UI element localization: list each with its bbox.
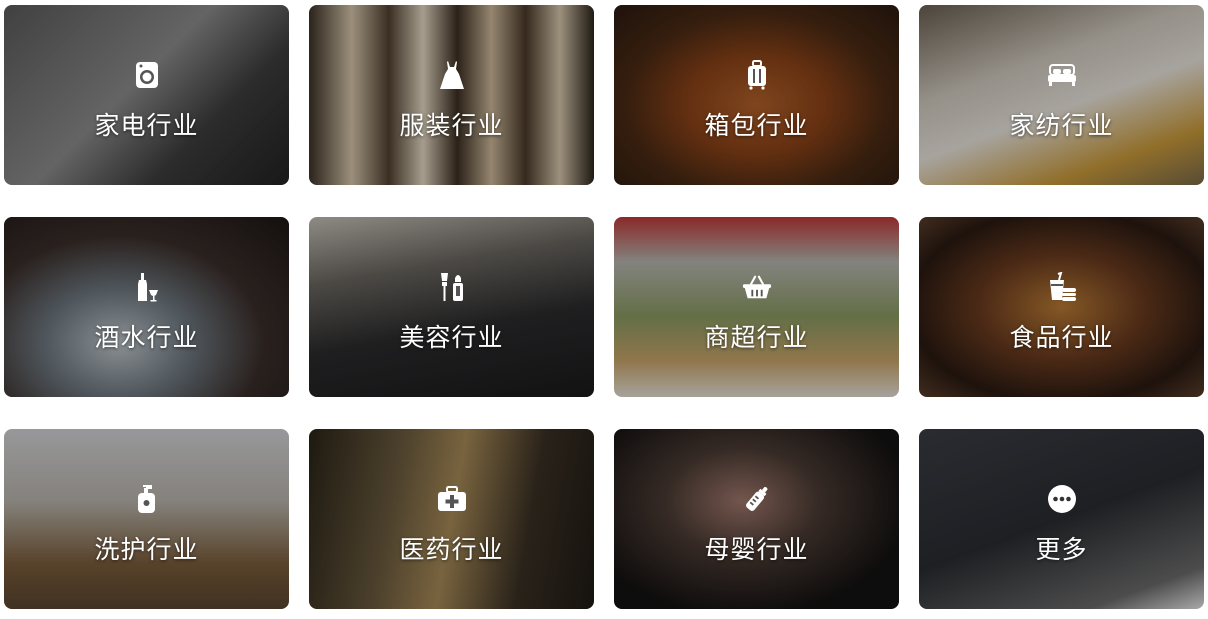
card-label: 家电行业 bbox=[94, 111, 199, 140]
more-dots-icon bbox=[1047, 484, 1077, 514]
bed-icon bbox=[1047, 60, 1077, 90]
card-label: 更多 bbox=[1035, 535, 1088, 564]
card-label: 医药行业 bbox=[399, 535, 504, 564]
card-food[interactable]: 食品行业 bbox=[919, 217, 1204, 397]
card-label: 洗护行业 bbox=[94, 535, 199, 564]
medical-kit-icon bbox=[437, 484, 467, 514]
card-supermarket[interactable]: 商超行业 bbox=[614, 217, 899, 397]
baby-bottle-icon bbox=[742, 484, 772, 514]
card-label: 食品行业 bbox=[1009, 323, 1114, 352]
washing-machine-icon bbox=[132, 60, 162, 90]
card-label: 箱包行业 bbox=[704, 111, 809, 140]
cosmetics-icon bbox=[437, 272, 467, 302]
card-label: 美容行业 bbox=[399, 323, 504, 352]
card-pharmaceutical[interactable]: 医药行业 bbox=[309, 429, 594, 609]
card-apparel[interactable]: 服装行业 bbox=[309, 5, 594, 185]
card-personal-care[interactable]: 洗护行业 bbox=[4, 429, 289, 609]
suitcase-icon bbox=[742, 60, 772, 90]
card-more[interactable]: 更多 bbox=[919, 429, 1204, 609]
wine-bottle-icon bbox=[132, 272, 162, 302]
card-home-textile[interactable]: 家纺行业 bbox=[919, 5, 1204, 185]
card-beauty[interactable]: 美容行业 bbox=[309, 217, 594, 397]
lotion-bottle-icon bbox=[132, 484, 162, 514]
dress-icon bbox=[437, 60, 467, 90]
card-label: 酒水行业 bbox=[94, 323, 199, 352]
food-drink-icon bbox=[1047, 272, 1077, 302]
card-appliances[interactable]: 家电行业 bbox=[4, 5, 289, 185]
shopping-basket-icon bbox=[742, 272, 772, 302]
card-label: 家纺行业 bbox=[1009, 111, 1114, 140]
card-beverages[interactable]: 酒水行业 bbox=[4, 217, 289, 397]
card-label: 母婴行业 bbox=[704, 535, 809, 564]
card-luggage[interactable]: 箱包行业 bbox=[614, 5, 899, 185]
card-label: 商超行业 bbox=[704, 323, 809, 352]
card-label: 服装行业 bbox=[399, 111, 504, 140]
industry-grid: 家电行业 服装行业 箱包行业 家纺行业 酒水行业 美容行业 商超行业 食品行业 … bbox=[0, 0, 1208, 619]
card-maternal-baby[interactable]: 母婴行业 bbox=[614, 429, 899, 609]
